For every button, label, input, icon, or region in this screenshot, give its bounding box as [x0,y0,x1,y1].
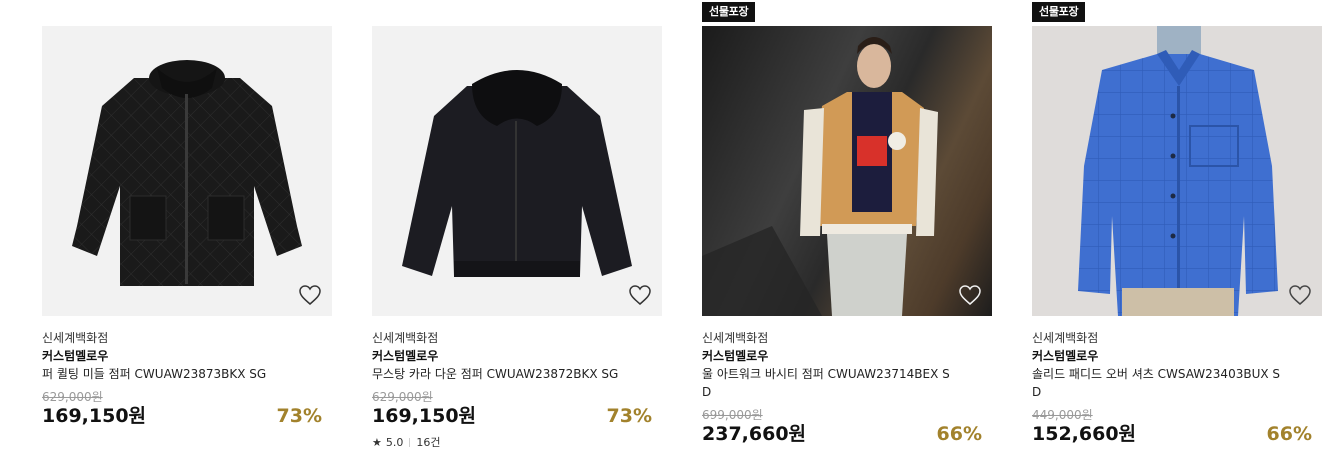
divider [409,437,411,447]
discount-rate: 66% [1266,423,1312,445]
gift-wrap-badge: 선물포장 [702,2,756,22]
heart-icon[interactable] [1288,284,1312,306]
original-price: 629,000원 [372,390,433,404]
brand-name[interactable]: 커스텀멜로우 [702,347,992,365]
badge-slot [42,0,332,26]
product-card[interactable]: 선물포장 신세계백화점 커스텀멜로우 울 아트워크 바시티 점퍼 CWUAW23… [702,0,992,445]
store-name: 신세계백화점 [1032,331,1099,345]
store-name: 신세계백화점 [372,331,439,345]
product-card[interactable]: 신세계백화점 커스텀멜로우 퍼 퀼팅 미들 점퍼 CWUAW23873BKX S… [42,0,332,427]
store-name: 신세계백화점 [702,331,769,345]
model-varsity-jacket-image [702,37,938,316]
price-row: 169,150원 73% [372,405,662,427]
product-info: 신세계백화점 커스텀멜로우 울 아트워크 바시티 점퍼 CWUAW23714BE… [702,316,992,445]
store-name: 신세계백화점 [42,331,109,345]
black-quilted-jacket-image [72,60,302,286]
discount-rate: 73% [606,405,652,427]
model-blue-padded-shirt-image [1078,26,1278,316]
review-count[interactable]: 16건 [416,434,440,450]
brand-name[interactable]: 커스텀멜로우 [42,347,332,365]
sale-price: 152,660원 [1032,423,1137,445]
price-row: 152,660원 66% [1032,423,1322,445]
product-info: 신세계백화점 커스텀멜로우 솔리드 패디드 오버 셔츠 CWSAW23403BU… [1032,316,1322,445]
badge-slot: 선물포장 [1032,0,1322,26]
sale-price: 169,150원 [372,405,477,427]
brand-name[interactable]: 커스텀멜로우 [372,347,662,365]
product-image[interactable] [42,26,332,316]
badge-slot [372,0,662,26]
price-row: 169,150원 73% [42,405,332,427]
product-name[interactable]: 퍼 퀼팅 미들 점퍼 CWUAW23873BKX SG [42,365,292,383]
product-image[interactable] [372,26,662,316]
product-info: 신세계백화점 커스텀멜로우 퍼 퀼팅 미들 점퍼 CWUAW23873BKX S… [42,316,332,427]
product-card[interactable]: 신세계백화점 커스텀멜로우 무스탕 카라 다운 점퍼 CWUAW23872BKX… [372,0,662,449]
product-name[interactable]: 솔리드 패디드 오버 셔츠 CWSAW23403BUX SD [1032,365,1282,401]
sale-price: 237,660원 [702,423,807,445]
star-icon: ★ [372,435,382,449]
original-price: 629,000원 [42,390,103,404]
product-image[interactable] [1032,26,1322,316]
product-name[interactable]: 울 아트워크 바시티 점퍼 CWUAW23714BEX SD [702,365,952,401]
price-row: 237,660원 66% [702,423,992,445]
black-shearling-collar-jacket-image [402,70,632,277]
rating-score: 5.0 [385,435,404,449]
original-price: 449,000원 [1032,408,1093,422]
rating-row: ★ 5.0 16건 [372,434,662,450]
product-info: 신세계백화점 커스텀멜로우 무스탕 카라 다운 점퍼 CWUAW23872BKX… [372,316,662,449]
discount-rate: 73% [276,405,322,427]
badge-slot: 선물포장 [702,0,992,26]
product-name[interactable]: 무스탕 카라 다운 점퍼 CWUAW23872BKX SG [372,365,622,383]
heart-icon[interactable] [958,284,982,306]
heart-icon[interactable] [298,284,322,306]
discount-rate: 66% [936,423,982,445]
product-card[interactable]: 선물포장 신세계백화점 커스텀멜로우 솔리드 패디드 오버 셔츠 CWSAW23… [1032,0,1322,445]
original-price: 699,000원 [702,408,763,422]
heart-icon[interactable] [628,284,652,306]
gift-wrap-badge: 선물포장 [1032,2,1086,22]
brand-name[interactable]: 커스텀멜로우 [1032,347,1322,365]
sale-price: 169,150원 [42,405,147,427]
product-image[interactable] [702,26,992,316]
